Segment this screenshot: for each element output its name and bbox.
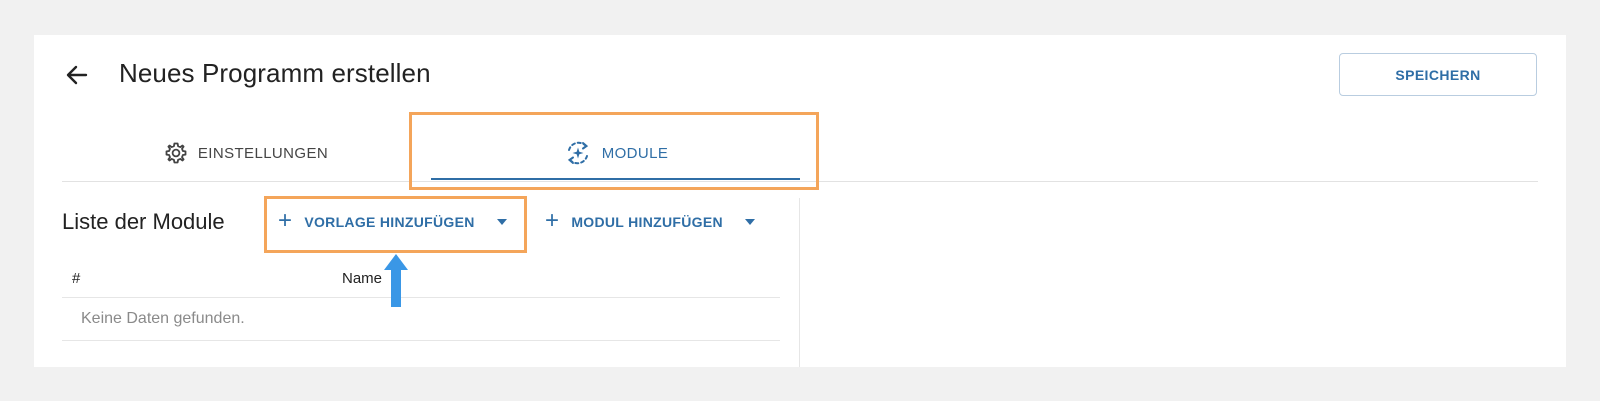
module-list-title: Liste der Module [62,209,225,234]
arrow-left-icon[interactable] [64,62,90,88]
add-module-label: MODUL HINZUFÜGEN [571,214,723,230]
gear-icon [165,142,187,164]
add-module-button[interactable]: + MODUL HINZUFÜGEN [545,208,755,236]
save-button[interactable]: SPEICHERN [1339,53,1537,96]
table-header-divider [62,297,780,298]
add-template-label: VORLAGE HINZUFÜGEN [304,214,475,230]
tab-settings[interactable]: EINSTELLUNGEN [60,128,432,178]
tab-settings-label: EINSTELLUNGEN [197,144,329,162]
modules-sync-icon [567,141,588,165]
plus-icon: + [278,206,293,234]
active-tab-indicator [431,178,800,180]
tab-modules-label: MODULE [601,144,669,162]
chevron-down-icon [744,219,755,225]
annotation-arrow-up-icon [384,254,408,307]
column-header-number: # [72,270,81,287]
chevron-down-icon [496,219,507,225]
add-template-button[interactable]: + VORLAGE HINZUFÜGEN [278,208,507,236]
column-header-name: Name [342,270,383,287]
tabs-divider [62,181,1538,182]
empty-table-message: Keine Daten gefunden. [81,310,245,327]
page-title: Neues Programm erstellen [119,58,431,88]
plus-icon: + [545,206,560,234]
panel-divider [799,198,800,367]
table-bottom-divider [62,340,780,341]
tab-modules[interactable]: MODULE [432,128,800,178]
